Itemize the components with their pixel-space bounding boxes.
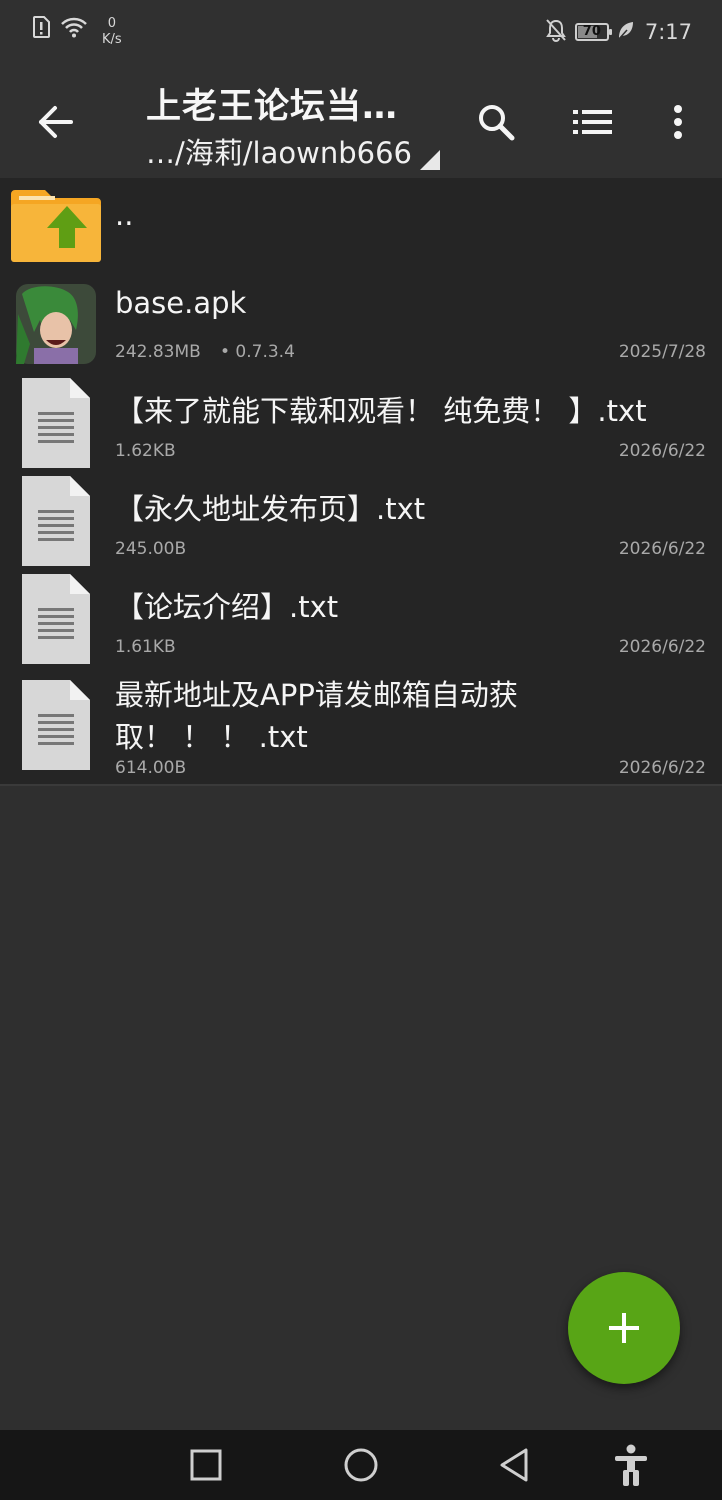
battery-icon: 70 [574,23,612,41]
file-size: 614.00B [115,758,187,778]
list-item-parent-folder[interactable]: .. [0,178,722,276]
file-name-line-2: 取！ ！ ！ .txt [115,720,308,754]
list-item[interactable]: 【来了就能下载和观看！ 纯免费！ 】.txt 1.62KB 2026/6/22 [0,374,722,468]
list-divider [0,784,722,786]
add-button[interactable] [568,1272,680,1384]
file-date: 2026/6/22 [618,758,706,778]
sim-alert-icon [32,16,50,42]
parent-folder-label: .. [115,198,134,232]
file-name: 【来了就能下载和观看！ 纯免费！ 】.txt [115,394,647,428]
text-file-icon [22,680,90,770]
app-version: • 0.7.3.4 [220,342,295,362]
square-recents-icon [190,1449,222,1481]
back-button[interactable] [30,96,82,148]
file-size: 242.83MB [115,342,201,362]
battery-percent: 70 [582,24,601,39]
text-file-icon [22,476,90,566]
back-nav-button[interactable] [484,1440,544,1490]
plus-icon [609,1313,639,1343]
file-date: 2025/7/28 [618,342,706,362]
circle-home-icon [344,1448,378,1482]
more-options-button[interactable] [650,94,706,150]
text-file-icon [22,574,90,664]
file-name: base.apk [115,286,247,320]
file-size: 1.62KB [115,441,176,461]
list-item[interactable]: 【永久地址发布页】.txt 245.00B 2026/6/22 [0,472,722,566]
network-speed-unit: K/s [102,32,122,47]
accessibility-icon [615,1444,647,1486]
apk-app-icon [16,284,96,364]
power-saving-leaf-icon [617,20,635,44]
search-icon [479,105,515,141]
accessibility-button[interactable] [601,1440,661,1490]
file-date: 2026/6/22 [618,441,706,461]
file-name: 【永久地址发布页】.txt [115,492,426,526]
list-item[interactable]: base.apk 242.83MB • 0.7.3.4 2025/7/28 [0,278,722,370]
file-list: .. base.apk 242.83MB • 0.7.3.4 2025/7/28… [0,178,722,786]
folder-title: 上老王论坛当… [146,87,399,127]
file-size: 1.61KB [115,637,176,657]
file-name: 【论坛介绍】.txt [115,590,339,624]
network-speed-value: 0 [107,16,116,31]
recents-button[interactable] [176,1440,236,1490]
clock: 7:17 [644,20,692,44]
path-dropdown-icon[interactable] [420,150,440,170]
view-mode-button[interactable] [565,94,621,150]
notifications-off-icon [545,18,567,46]
list-item[interactable]: 【论坛介绍】.txt 1.61KB 2026/6/22 [0,570,722,664]
back-arrow-icon [39,106,73,138]
app-bar: 上老王论坛当… …/海莉/laownb666 [0,64,722,178]
list-view-icon [573,110,612,134]
system-nav-bar [0,1430,722,1500]
wifi-icon [60,16,88,42]
home-button[interactable] [331,1440,391,1490]
file-date: 2026/6/22 [618,539,706,559]
status-bar: 0 K/s 70 7:17 [0,0,722,64]
folder-up-icon [11,190,101,262]
triangle-back-icon [500,1448,528,1482]
more-vert-icon [674,105,682,139]
text-file-icon [22,378,90,468]
folder-path[interactable]: …/海莉/laownb666 [146,130,412,172]
search-button[interactable] [468,94,524,150]
file-size: 245.00B [115,539,187,559]
network-speed: 0 K/s [102,16,122,48]
list-item[interactable]: 最新地址及APP请发邮箱自动获 取！ ！ ！ .txt 614.00B 2026… [0,668,722,784]
file-date: 2026/6/22 [618,637,706,657]
file-name-line-1: 最新地址及APP请发邮箱自动获 [115,678,518,712]
